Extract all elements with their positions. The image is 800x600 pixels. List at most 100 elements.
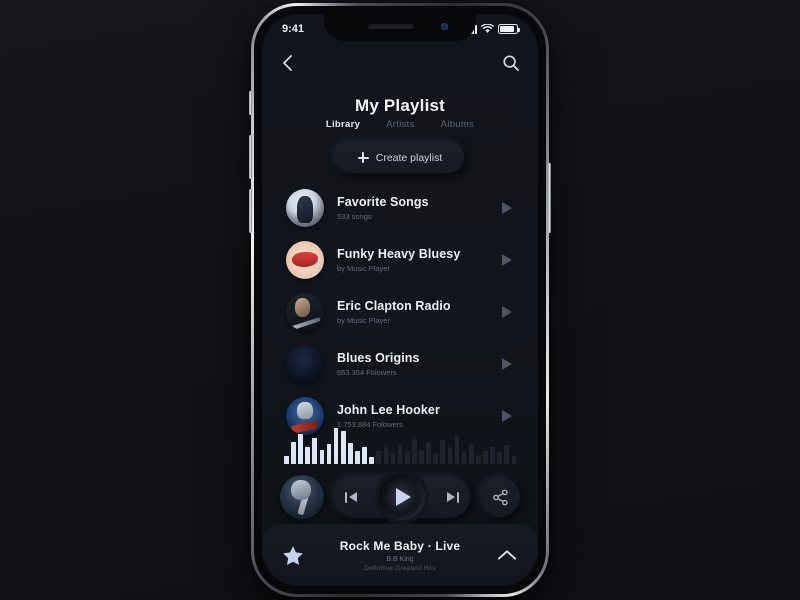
play-triangle-icon[interactable] (502, 358, 512, 370)
phone-device-frame: 9:41 My Playlist Library Artists Albums … (249, 3, 551, 597)
list-item[interactable]: Funky Heavy Bluesy by Music Player (286, 234, 514, 286)
play-icon (396, 488, 412, 506)
audio-waveform[interactable] (284, 422, 517, 464)
waveform-bar (319, 450, 325, 464)
playlist-artwork (286, 189, 324, 227)
playlist-subtitle: by Music Player (337, 315, 390, 325)
skip-next-icon[interactable] (447, 491, 459, 503)
playlist-subtitle: 653.354 Folowers (337, 367, 397, 377)
waveform-bar (454, 436, 460, 464)
waveform-bar (504, 445, 510, 464)
playlist-subtitle: 533 songs (337, 211, 372, 221)
play-triangle-icon[interactable] (502, 202, 512, 214)
waveform-bar (404, 451, 410, 464)
playlist-subtitle: by Music Player (337, 263, 390, 273)
volume-down-button[interactable] (249, 189, 252, 233)
waveform-bar (461, 451, 467, 464)
share-button[interactable] (480, 477, 520, 517)
volume-up-button[interactable] (249, 135, 252, 179)
waveform-bar (397, 444, 403, 464)
tab-bar: Library Artists Albums (262, 119, 538, 130)
waveform-bar (497, 452, 502, 464)
playlist-artwork (286, 293, 324, 331)
waveform-bar (475, 455, 481, 464)
create-playlist-container: Create playlist (262, 142, 538, 173)
playlist-artwork (286, 345, 324, 383)
page-title: My Playlist (354, 96, 446, 115)
waveform-bar (369, 457, 375, 464)
waveform-bar (355, 451, 360, 464)
phone-screen: 9:41 My Playlist Library Artists Albums … (262, 14, 538, 586)
play-button[interactable] (378, 474, 425, 520)
plus-icon (357, 152, 369, 163)
scene-background: 9:41 My Playlist Library Artists Albums … (0, 0, 800, 600)
track-title: Rock Me Baby · Live (339, 538, 461, 553)
list-item[interactable]: Eric Clapton Radio by Music Player (286, 286, 514, 338)
waveform-bar (440, 440, 446, 464)
skip-previous-icon[interactable] (345, 491, 357, 503)
power-button[interactable] (548, 163, 551, 233)
waveform-bar (447, 447, 453, 464)
waveform-bar (340, 431, 346, 464)
track-info: Rock Me Baby · Live B.B King Definitive … (304, 539, 496, 572)
waveform-bar (483, 451, 488, 464)
tab-artists[interactable]: Artists (386, 119, 415, 130)
waveform-bar (305, 447, 311, 464)
battery-icon (498, 24, 520, 34)
waveform-bar (419, 450, 424, 464)
playlist-meta: Blues Origins 653.354 Folowers (324, 351, 502, 377)
play-triangle-icon[interactable] (502, 306, 512, 318)
track-album: Definitive Greatest Hits (364, 564, 436, 572)
waveform-bar (490, 447, 495, 464)
waveform-bar (468, 444, 474, 464)
playlist-title: Funky Heavy Bluesy (337, 247, 461, 262)
status-time: 9:41 (282, 23, 305, 35)
now-playing-artwork[interactable] (280, 475, 324, 519)
playlist-list: Favorite Songs 533 songs Funky Heavy Blu… (262, 182, 538, 442)
waveform-bar (284, 456, 289, 464)
tab-library[interactable]: Library (326, 119, 360, 130)
playlist-meta: Funky Heavy Bluesy by Music Player (324, 247, 502, 273)
phone-bezel: 9:41 My Playlist Library Artists Albums … (254, 6, 546, 594)
create-playlist-label: Create playlist (375, 151, 443, 164)
player-controls (280, 470, 520, 524)
wifi-icon (481, 24, 494, 33)
play-triangle-icon[interactable] (502, 410, 512, 422)
search-icon[interactable] (502, 54, 520, 72)
waveform-bar (376, 451, 382, 464)
list-item[interactable]: Favorite Songs 533 songs (286, 182, 514, 234)
playlist-title: Eric Clapton Radio (337, 299, 451, 314)
waveform-bar (326, 444, 332, 464)
now-playing-bar: Rock Me Baby · Live B.B King Definitive … (262, 524, 538, 586)
waveform-bar (411, 439, 417, 464)
playlist-title: John Lee Hooker (337, 403, 440, 418)
play-triangle-icon[interactable] (502, 254, 512, 266)
silent-switch-button[interactable] (249, 91, 252, 115)
waveform-bar (390, 453, 396, 464)
top-navigation-bar (262, 46, 538, 80)
waveform-bar (298, 434, 303, 464)
waveform-bar (291, 442, 296, 464)
waveform-bar (362, 447, 367, 464)
device-notch (324, 14, 476, 41)
create-playlist-button[interactable]: Create playlist (335, 142, 465, 173)
playlist-meta: Favorite Songs 533 songs (324, 195, 502, 221)
playlist-meta: Eric Clapton Radio by Music Player (324, 299, 502, 325)
playlist-title: Blues Origins (337, 351, 420, 366)
star-icon[interactable] (282, 545, 304, 566)
waveform-bar (333, 428, 339, 464)
chevron-up-icon[interactable] (496, 547, 518, 563)
track-artist: B.B King (386, 555, 414, 563)
waveform-bar (383, 447, 389, 464)
back-chevron-icon[interactable] (280, 54, 296, 72)
waveform-bar (433, 454, 439, 464)
playlist-title: Favorite Songs (337, 195, 429, 210)
waveform-bar (347, 443, 353, 464)
tab-albums[interactable]: Albums (441, 119, 474, 130)
front-camera-icon (441, 23, 448, 30)
list-item[interactable]: Blues Origins 653.354 Folowers (286, 338, 514, 390)
waveform-bar (312, 438, 318, 464)
share-icon (492, 489, 508, 505)
waveform-bar (426, 442, 431, 464)
waveform-bar (511, 456, 517, 464)
